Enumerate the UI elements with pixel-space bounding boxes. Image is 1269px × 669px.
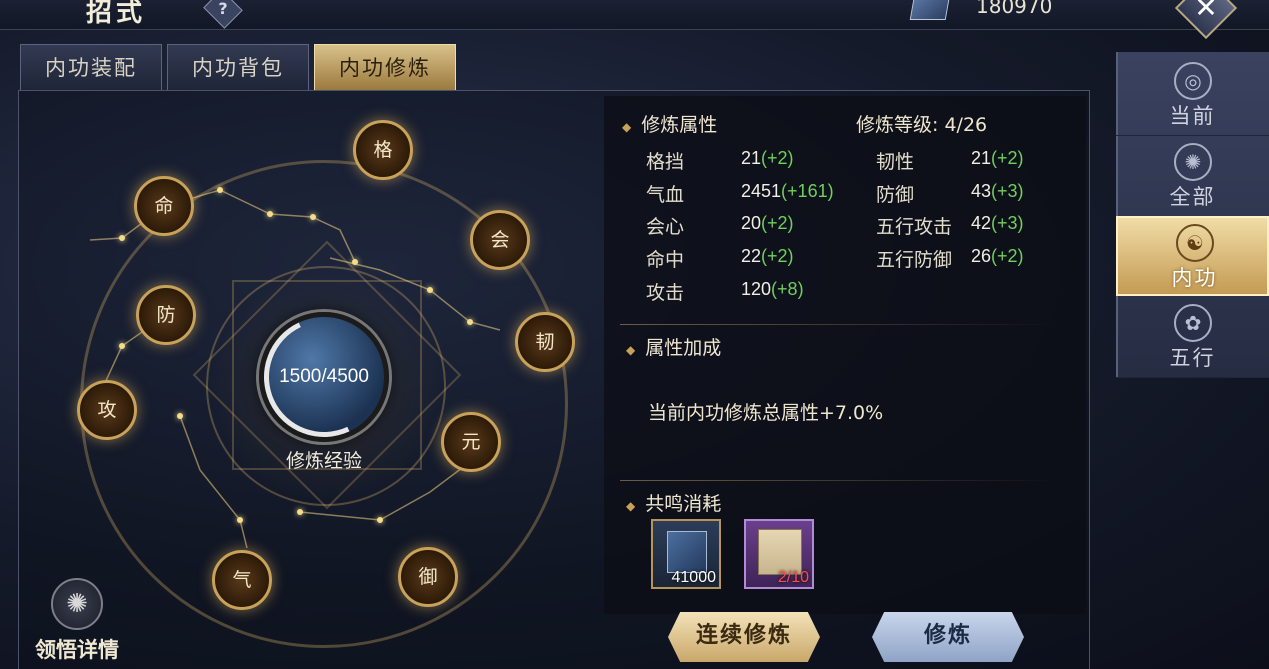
insight-details-button[interactable]: ✺ 领悟详情 [22,578,132,668]
vortex-icon: ✺ [1174,143,1212,181]
node-attack[interactable]: 攻 [77,380,137,440]
node-element[interactable]: 元 [441,412,501,472]
node-toughness[interactable]: 韧 [515,312,575,372]
side-tab-wuxing[interactable]: ✿ 五行 [1116,298,1269,378]
stat-increase: (+8) [771,279,804,299]
stat-name: 会心 [646,216,685,238]
stat-value: 21(+2) [971,148,1024,169]
stat-value: 2451(+161) [741,181,834,202]
diamond-icon: ◆ [626,499,636,513]
triskelion-icon: ✺ [51,578,103,630]
star-dot [237,517,243,523]
stat-value: 22(+2) [741,246,794,267]
stat-value: 43(+3) [971,181,1024,202]
section-title: 属性加成 [645,337,722,359]
node-hit[interactable]: 命 [134,176,194,236]
stat-base: 26 [971,246,992,266]
side-tab-label: 五行 [1169,346,1216,370]
node-block[interactable]: 格 [353,120,413,180]
item-count: 41000 [671,569,717,586]
stat-name: 气血 [646,184,685,206]
stat-value: 21(+2) [741,148,794,169]
diamond-icon: ◆ [622,120,632,134]
stat-base: 2451 [741,181,782,201]
stat-increase: (+2) [761,246,794,266]
side-tab-all[interactable]: ✺ 全部 [1116,137,1269,217]
experience-value: 1500/4500 [279,366,369,387]
side-tab-label: 内功 [1171,266,1218,290]
swirl-icon: ◎ [1174,62,1212,100]
continuous-cultivate-button[interactable]: 连续修炼 [668,612,820,662]
stat-value: 42(+3) [971,213,1024,234]
stat-increase: (+2) [761,148,794,168]
stat-base: 22 [741,246,762,266]
star-dot [310,214,316,220]
stat-base: 120 [741,279,772,299]
side-tab-neigong[interactable]: ☯ 内功 [1116,216,1269,296]
diamond-icon: ◆ [626,343,636,357]
star-dot [177,413,183,419]
blue-book-icon [667,531,707,573]
level-value: 4/26 [944,114,988,136]
stat-base: 42 [971,213,992,233]
star-dot [467,319,473,325]
stat-increase: (+161) [781,181,834,201]
stat-increase: (+2) [761,213,794,233]
stat-increase: (+3) [991,213,1024,233]
stat-name: 攻击 [646,282,685,304]
cost-item-scroll[interactable]: 2/10 [744,519,814,589]
node-defense-fang[interactable]: 防 [136,285,196,345]
stat-value: 26(+2) [971,246,1024,267]
node-qi[interactable]: 气 [212,550,272,610]
side-tab-current[interactable]: ◎ 当前 [1116,56,1269,136]
star-dot [217,187,223,193]
star-dot [119,235,125,241]
item-count: 2/10 [777,569,809,586]
stat-base: 21 [971,148,992,168]
star-dot [267,211,273,217]
stat-increase: (+3) [991,181,1024,201]
section-attribute-bonus: ◆ 属性加成 [626,333,721,360]
bonus-text: 当前内功修炼总属性+7.0% [648,402,884,424]
insight-details-label: 领悟详情 [35,638,119,662]
stat-name: 五行防御 [876,249,953,271]
side-tab-label: 当前 [1169,104,1216,128]
divider [620,480,1060,481]
stat-name: 命中 [646,249,685,271]
level-label: 修炼等级: [856,114,939,136]
section-title: 修炼属性 [641,114,718,136]
meditation-icon: ☯ [1176,224,1214,262]
stat-name: 格挡 [646,151,685,173]
section-cultivation-attributes: ◆ 修炼属性 [622,110,717,137]
stat-name: 五行攻击 [876,216,953,238]
stat-value: 20(+2) [741,213,794,234]
section-title: 共鸣消耗 [645,493,722,515]
star-dot [119,343,125,349]
stat-value: 120(+8) [741,279,804,300]
five-elements-icon: ✿ [1174,304,1212,342]
divider [620,324,1060,325]
cultivation-level: 修炼等级: 4/26 [856,110,987,137]
node-crit[interactable]: 会 [470,210,530,270]
side-tab-label: 全部 [1169,185,1216,209]
star-dot [297,509,303,515]
star-dot [352,259,358,265]
cost-item-book[interactable]: 41000 [651,519,721,589]
experience-label: 修炼经验 [285,450,362,472]
star-dot [427,287,433,293]
stat-name: 韧性 [876,151,915,173]
stat-increase: (+2) [991,148,1024,168]
node-defense-yu[interactable]: 御 [398,547,458,607]
stat-name: 防御 [876,184,915,206]
stat-base: 20 [741,213,762,233]
stat-base: 43 [971,181,992,201]
cultivate-button[interactable]: 修炼 [872,612,1024,662]
stat-increase: (+2) [991,246,1024,266]
section-resonance-cost: ◆ 共鸣消耗 [626,489,721,516]
star-dot [377,517,383,523]
stat-base: 21 [741,148,762,168]
